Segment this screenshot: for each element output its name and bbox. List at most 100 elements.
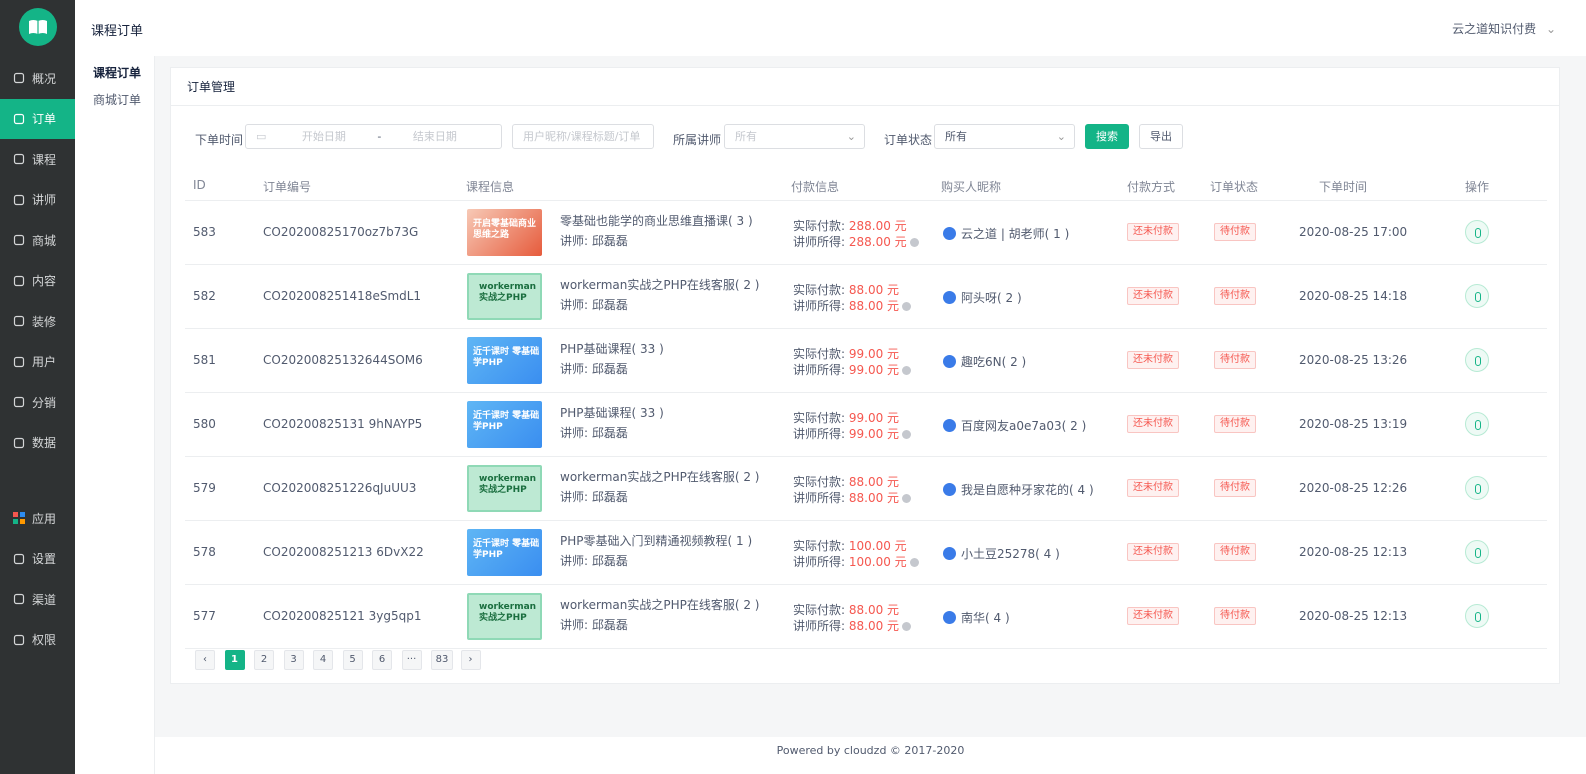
- pagination-page[interactable]: 5: [342, 650, 363, 670]
- detail-button[interactable]: [1465, 604, 1489, 628]
- buyer[interactable]: 南华( 4 ): [943, 609, 1010, 626]
- order-number: CO20200825131 9hNAYP5: [263, 417, 423, 431]
- col-payment: 付款信息: [791, 180, 840, 194]
- sidebar-item-teacher[interactable]: 讲师: [0, 180, 75, 221]
- start-date-input[interactable]: 开始日期: [302, 130, 346, 143]
- order-time: 2020-08-25 12:13: [1299, 609, 1408, 623]
- card-title: 订单管理: [171, 68, 1559, 106]
- status-select[interactable]: 所有 ⌄: [934, 124, 1075, 149]
- teacher-name: 邱磊磊: [591, 362, 628, 376]
- thumbnail-text: 近千课时 零基础学PHP: [473, 411, 540, 432]
- paid-value: 99.00 元: [848, 411, 900, 425]
- user-menu[interactable]: 云之道知识付费 ⌄: [1452, 20, 1556, 37]
- teacher-prefix: 讲师:: [560, 426, 589, 440]
- pagination-page[interactable]: 6: [372, 650, 392, 670]
- teacher-select[interactable]: 所有 ⌄: [724, 124, 865, 149]
- info-icon[interactable]: [909, 238, 919, 247]
- sidebar-item-distribution[interactable]: 分销: [0, 382, 75, 423]
- buyer-name: 云之道 | 胡老师( 1 ): [961, 227, 1070, 241]
- search-button[interactable]: 搜索: [1085, 124, 1129, 149]
- info-icon[interactable]: [902, 430, 912, 439]
- paid-amount: 实际付款: 88.00 元: [793, 601, 899, 618]
- apps-icon: [12, 511, 26, 525]
- subnav-course-orders[interactable]: 课程订单: [75, 60, 154, 87]
- buyer-name: 阿头呀( 2 ): [961, 291, 1022, 305]
- course-title[interactable]: workerman实战之PHP在线客服( 2 ): [560, 596, 760, 613]
- pagination-page[interactable]: 3: [283, 650, 304, 670]
- info-icon[interactable]: [902, 302, 912, 311]
- course-thumbnail[interactable]: workerman 实战之PHP: [467, 465, 542, 512]
- course-title[interactable]: PHP基础课程( 33 ): [560, 404, 664, 421]
- detail-button[interactable]: [1465, 540, 1489, 564]
- app-logo[interactable]: [19, 8, 57, 46]
- sidebar-item-apps[interactable]: 应用: [0, 498, 75, 539]
- sidebar-item-permission[interactable]: 权限: [0, 620, 75, 661]
- sidebar-item-channel[interactable]: 渠道: [0, 579, 75, 620]
- course-thumbnail[interactable]: 近千课时 零基础学PHP: [467, 529, 542, 576]
- avatar: [943, 611, 956, 624]
- course-title[interactable]: workerman实战之PHP在线客服( 2 ): [560, 468, 760, 485]
- info-icon[interactable]: [902, 622, 912, 631]
- info-icon[interactable]: [902, 366, 912, 375]
- pay-method-badge: 还未付款: [1127, 351, 1179, 369]
- date-range-picker[interactable]: ▭ 开始日期 - 结束日期: [245, 124, 502, 149]
- order-id: 579: [193, 481, 216, 495]
- pagination-page[interactable]: 4: [313, 650, 333, 670]
- course-title[interactable]: 零基础也能学的商业思维直播课( 3 ): [560, 212, 753, 229]
- sidebar-item-content[interactable]: 内容: [0, 261, 75, 302]
- buyer[interactable]: 小土豆25278( 4 ): [943, 545, 1060, 562]
- detail-button[interactable]: [1465, 412, 1489, 436]
- table-row: 580 CO20200825131 9hNAYP5 近千课时 零基础学PHP P…: [185, 392, 1547, 456]
- course-teacher: 讲师: 邱磊磊: [560, 296, 628, 313]
- course-title[interactable]: PHP零基础入门到精通视频教程( 1 ): [560, 532, 752, 549]
- teacher-income: 讲师所得: 100.00 元: [793, 553, 919, 570]
- buyer[interactable]: 阿头呀( 2 ): [943, 289, 1022, 306]
- sidebar-item-settings[interactable]: 设置: [0, 539, 75, 580]
- buyer[interactable]: 云之道 | 胡老师( 1 ): [943, 225, 1069, 242]
- status-badge: 待付款: [1214, 415, 1256, 433]
- teacher-prefix: 讲师:: [560, 298, 589, 312]
- pagination-page[interactable]: 2: [254, 650, 274, 670]
- export-button[interactable]: 导出: [1139, 124, 1183, 149]
- course-thumbnail[interactable]: 开启零基础商业思维之路: [467, 209, 542, 256]
- sidebar-item-course[interactable]: 课程: [0, 139, 75, 180]
- pagination-next[interactable]: ›: [460, 650, 481, 670]
- teacher-prefix: 讲师:: [560, 554, 589, 568]
- info-icon[interactable]: [909, 558, 919, 567]
- sidebar-item-order[interactable]: 订单: [0, 98, 75, 139]
- detail-button[interactable]: [1465, 220, 1489, 244]
- buyer[interactable]: 我是自愿种牙家花的( 4 ): [943, 481, 1094, 498]
- date-range-separator: -: [377, 130, 382, 143]
- end-date-input[interactable]: 结束日期: [413, 130, 457, 143]
- buyer[interactable]: 百度网友a0e7a03( 2 ): [943, 417, 1086, 434]
- course-thumbnail[interactable]: workerman 实战之PHP: [467, 593, 542, 640]
- pagination-prev[interactable]: ‹: [195, 650, 215, 670]
- course-thumbnail[interactable]: 近千课时 零基础学PHP: [467, 401, 542, 448]
- course-thumbnail[interactable]: workerman 实战之PHP: [467, 273, 542, 320]
- sidebar-item-decorate[interactable]: 装修: [0, 301, 75, 342]
- table-row: 581 CO20200825132644SOM6 近千课时 零基础学PHP PH…: [185, 328, 1547, 392]
- pagination-page[interactable]: 1: [224, 650, 245, 670]
- buyer[interactable]: 趣吃6N( 2 ): [943, 353, 1026, 370]
- pagination-page[interactable]: 83: [431, 650, 453, 670]
- course-title[interactable]: workerman实战之PHP在线客服( 2 ): [560, 276, 760, 293]
- detail-button[interactable]: [1465, 284, 1489, 308]
- subnav-mall-orders[interactable]: 商城订单: [75, 87, 154, 114]
- keyword-search-input[interactable]: 用户昵称/课程标题/订单: [512, 124, 654, 149]
- chevron-down-icon: ⌄: [846, 130, 856, 143]
- sidebar-item-data[interactable]: 数据: [0, 423, 75, 464]
- course-title[interactable]: PHP基础课程( 33 ): [560, 340, 664, 357]
- detail-button[interactable]: [1465, 476, 1489, 500]
- table-row: 578 CO202008251213 6DvX22 近千课时 零基础学PHP P…: [185, 520, 1547, 584]
- table-row: 583 CO20200825170oz7b73G 开启零基础商业思维之路 零基础…: [185, 200, 1547, 264]
- pagination-ellipsis[interactable]: ···: [401, 650, 422, 670]
- income-value: 99.00 元: [848, 363, 900, 377]
- user-icon: [12, 355, 26, 369]
- info-icon[interactable]: [902, 494, 912, 503]
- detail-button[interactable]: [1465, 348, 1489, 372]
- sidebar-item-home[interactable]: 概况: [0, 58, 75, 99]
- teacher-name: 邱磊磊: [591, 426, 628, 440]
- sidebar-item-user[interactable]: 用户: [0, 342, 75, 383]
- sidebar-item-store[interactable]: 商城: [0, 220, 75, 261]
- course-thumbnail[interactable]: 近千课时 零基础学PHP: [467, 337, 542, 384]
